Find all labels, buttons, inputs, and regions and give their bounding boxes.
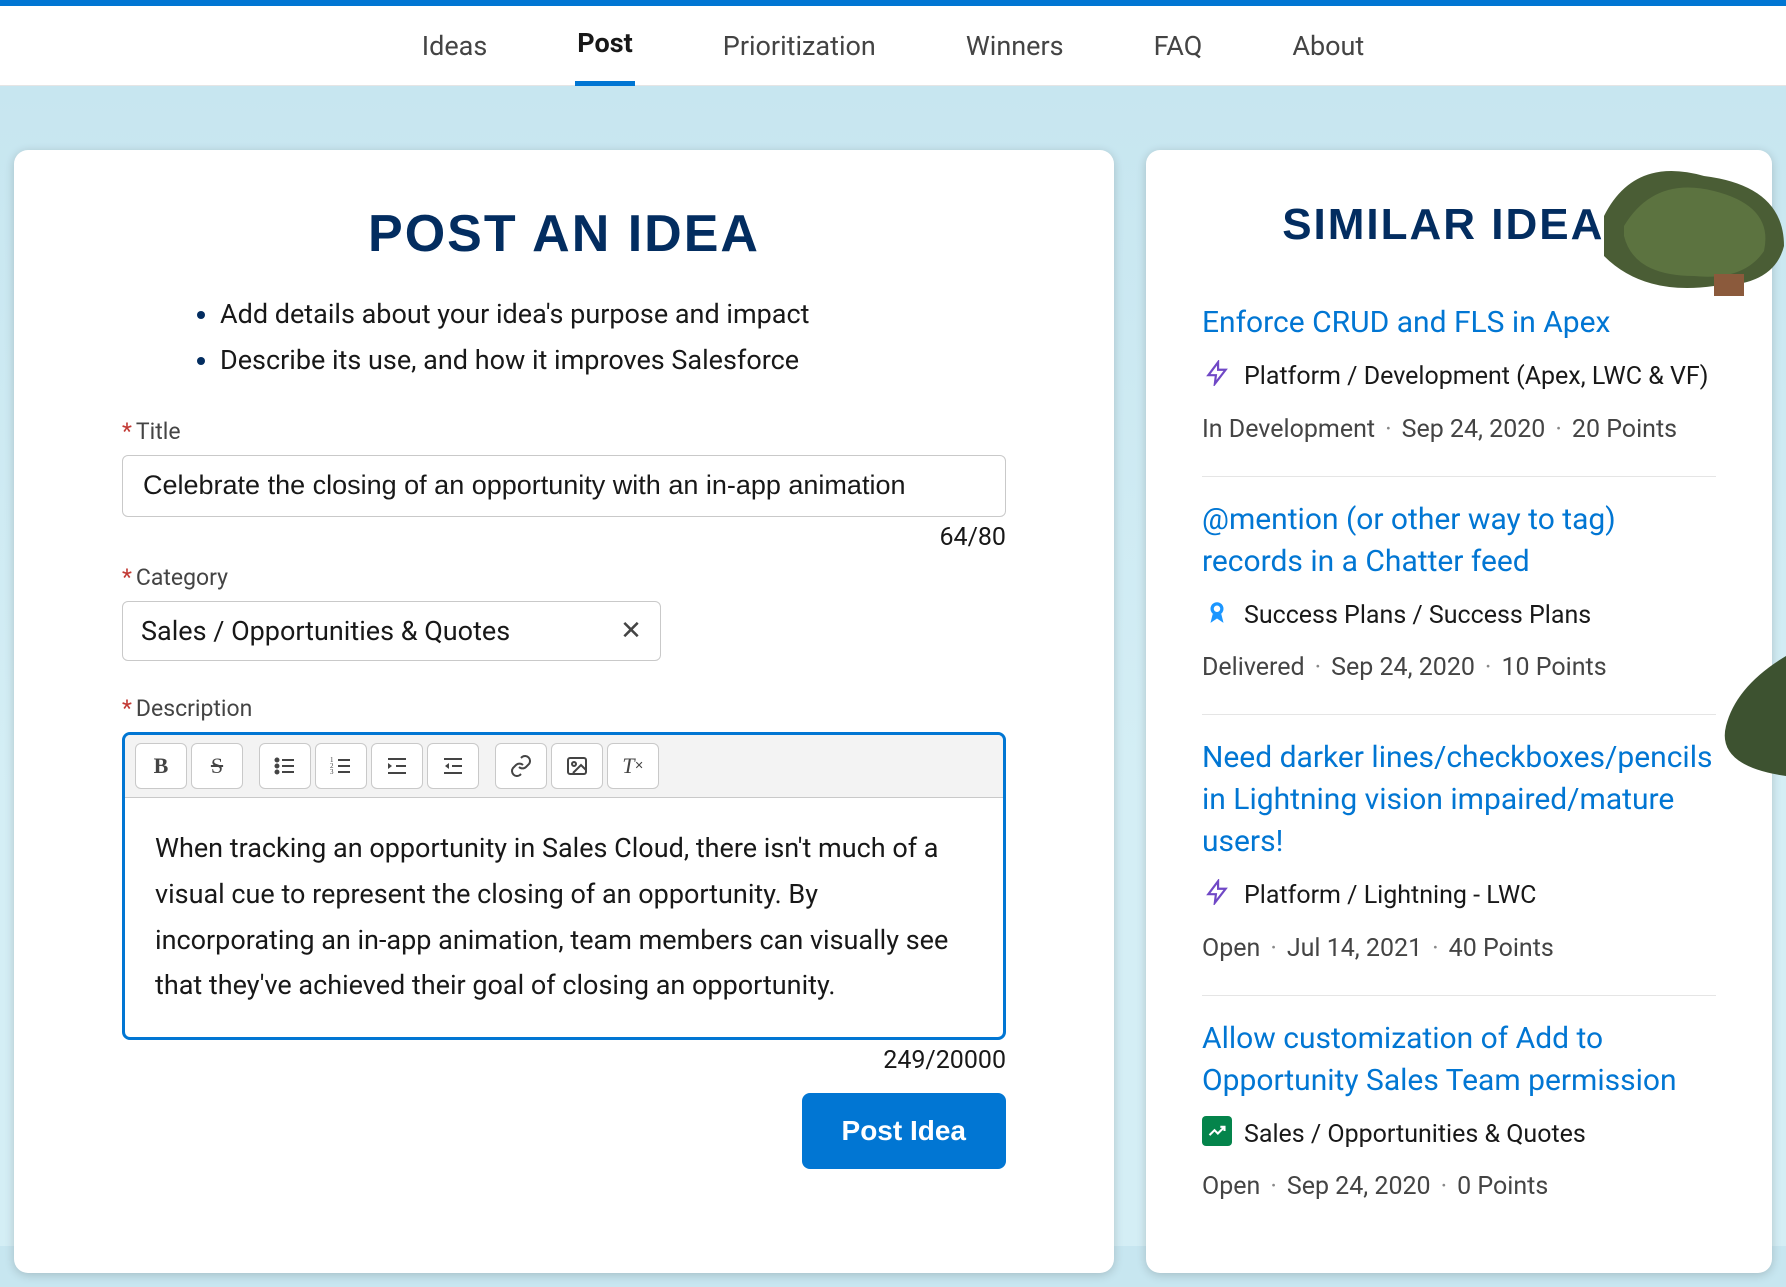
category-chip[interactable]: Sales / Opportunities & Quotes ✕: [122, 601, 661, 661]
title-counter: 64/80: [122, 523, 1006, 552]
remove-category-icon[interactable]: ✕: [620, 616, 642, 646]
similar-link[interactable]: @mention (or other way to tag) records i…: [1202, 499, 1716, 583]
outdent-button[interactable]: [427, 743, 479, 789]
post-heading: POST AN IDEA: [122, 204, 1006, 264]
tips-list: Add details about your idea's purpose an…: [220, 292, 1006, 384]
similar-category: Sales / Opportunities & Quotes: [1244, 1116, 1586, 1154]
page-body: POST AN IDEA Add details about your idea…: [0, 86, 1786, 1246]
bullet-list-button[interactable]: [259, 743, 311, 789]
clear-format-button[interactable]: T✕: [607, 743, 659, 789]
top-nav: Ideas Post Prioritization Winners FAQ Ab…: [0, 0, 1786, 86]
nav-post[interactable]: Post: [575, 5, 634, 86]
similar-link[interactable]: Need darker lines/checkboxes/pencils in …: [1202, 737, 1716, 863]
tree-decoration: [1564, 156, 1786, 296]
similar-item: @mention (or other way to tag) records i…: [1202, 477, 1716, 716]
image-button[interactable]: [551, 743, 603, 789]
post-idea-card: POST AN IDEA Add details about your idea…: [14, 150, 1114, 1273]
similar-category: Success Plans / Success Plans: [1244, 597, 1591, 635]
leaf-decoration: [1706, 656, 1786, 776]
similar-meta: Delivered·Sep 24, 2020·10 Points: [1202, 648, 1716, 688]
bolt-icon: [1202, 877, 1232, 907]
tip-item: Describe its use, and how it improves Sa…: [220, 338, 1006, 384]
tip-item: Add details about your idea's purpose an…: [220, 292, 1006, 338]
similar-ideas-card: SIMILAR IDEAS Enforce CRUD and FLS in Ap…: [1146, 150, 1772, 1273]
svg-text:3: 3: [330, 768, 334, 776]
description-counter: 249/20000: [122, 1046, 1006, 1075]
title-label: *Title: [122, 418, 1006, 445]
similar-meta: In Development·Sep 24, 2020·20 Points: [1202, 410, 1716, 450]
indent-button[interactable]: [371, 743, 423, 789]
bolt-icon: [1202, 358, 1232, 388]
link-button[interactable]: [495, 743, 547, 789]
editor-toolbar: B S 123: [125, 735, 1003, 798]
nav-faq[interactable]: FAQ: [1152, 8, 1205, 84]
ribbon-icon: [1202, 597, 1232, 627]
chart-icon: [1202, 1116, 1232, 1146]
category-chip-label: Sales / Opportunities & Quotes: [141, 615, 510, 647]
description-textarea[interactable]: When tracking an opportunity in Sales Cl…: [125, 798, 1003, 1038]
bold-button[interactable]: B: [135, 743, 187, 789]
number-list-button[interactable]: 123: [315, 743, 367, 789]
strike-button[interactable]: S: [191, 743, 243, 789]
similar-meta: Open·Jul 14, 2021·40 Points: [1202, 929, 1716, 969]
similar-meta: Open·Sep 24, 2020·0 Points: [1202, 1167, 1716, 1207]
nav-prioritization[interactable]: Prioritization: [721, 8, 878, 84]
similar-item: Enforce CRUD and FLS in Apex Platform / …: [1202, 280, 1716, 477]
rich-text-editor: B S 123: [122, 732, 1006, 1041]
similar-item: Need darker lines/checkboxes/pencils in …: [1202, 715, 1716, 996]
similar-item: Allow customization of Add to Opportunit…: [1202, 996, 1716, 1234]
similar-category: Platform / Lightning - LWC: [1244, 877, 1536, 915]
similar-link[interactable]: Enforce CRUD and FLS in Apex: [1202, 302, 1716, 344]
title-input[interactable]: [122, 455, 1006, 517]
category-label: *Category: [122, 564, 1006, 591]
nav-about[interactable]: About: [1290, 8, 1366, 84]
post-idea-button[interactable]: Post Idea: [802, 1093, 1006, 1169]
nav-winners[interactable]: Winners: [964, 8, 1066, 84]
nav-ideas[interactable]: Ideas: [420, 8, 490, 84]
similar-category: Platform / Development (Apex, LWC & VF): [1244, 358, 1708, 396]
similar-link[interactable]: Allow customization of Add to Opportunit…: [1202, 1018, 1716, 1102]
description-label: *Description: [122, 695, 1006, 722]
